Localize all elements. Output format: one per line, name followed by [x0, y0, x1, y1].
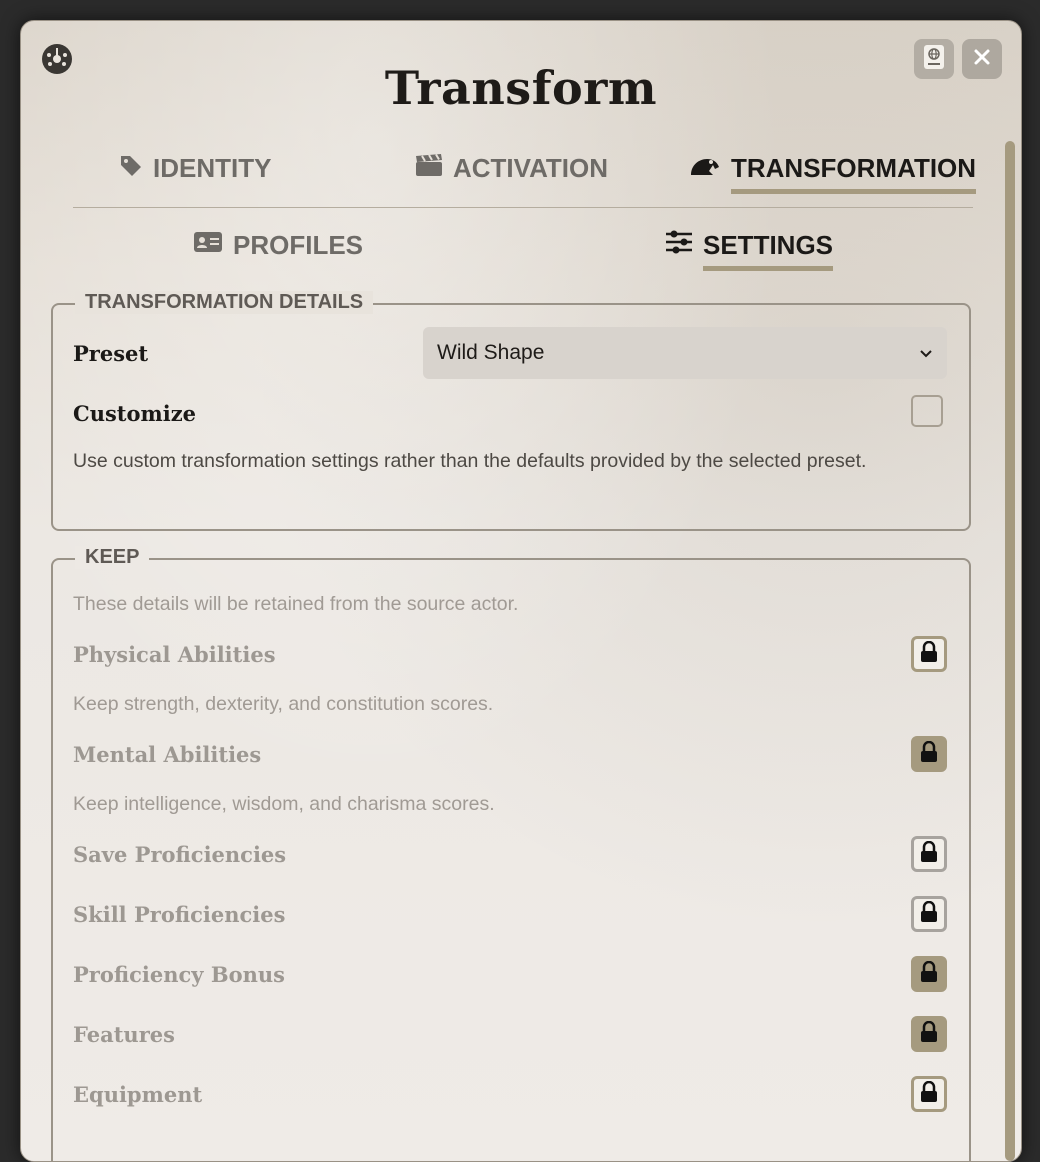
lock-icon — [919, 900, 939, 928]
keep-item-label: Equipment — [73, 1082, 203, 1107]
keep-skills-toggle[interactable] — [911, 896, 947, 932]
keep-section: KEEP These details will be retained from… — [51, 546, 971, 1161]
keep-bonus-toggle[interactable] — [911, 956, 947, 992]
keep-item-label: Mental Abilities — [73, 742, 262, 767]
active-subtab-underline — [703, 266, 834, 271]
preset-select[interactable]: Wild Shape — [423, 327, 947, 379]
tab-label: ACTIVATION — [453, 153, 609, 183]
keep-features-toggle[interactable] — [911, 1016, 947, 1052]
keep-equipment-toggle[interactable] — [911, 1076, 947, 1112]
lock-icon — [919, 960, 939, 988]
tab-activation[interactable]: ACTIVATION — [415, 153, 608, 184]
subtab-label: PROFILES — [233, 230, 364, 260]
keep-intro: These details will be retained from the … — [73, 593, 519, 615]
transform-dialog: Transform IDENTITY ACTIVATION TRANSFORMA… — [20, 20, 1022, 1162]
preset-label: Preset — [73, 341, 149, 366]
keep-item-hint: Keep intelligence, wisdom, and charisma … — [73, 793, 495, 815]
frog-icon — [689, 153, 721, 184]
keep-item-label: Save Proficiencies — [73, 842, 287, 867]
customize-label: Customize — [73, 401, 196, 426]
keep-item-label: Features — [73, 1022, 175, 1047]
transformation-details-section: TRANSFORMATION DETAILS Preset Wild Shape… — [51, 291, 971, 531]
preset-value: Wild Shape — [437, 341, 545, 364]
subtab-label: SETTINGS — [703, 230, 834, 260]
tab-transformation[interactable]: TRANSFORMATION — [689, 153, 977, 194]
keep-item-label: Skill Proficiencies — [73, 902, 286, 927]
keep-mental-toggle[interactable] — [911, 736, 947, 772]
lock-icon — [919, 740, 939, 768]
tab-label: TRANSFORMATION — [731, 153, 977, 183]
scrollbar[interactable] — [1005, 141, 1015, 1161]
subtab-settings[interactable]: SETTINGS — [665, 230, 834, 271]
lock-icon — [919, 840, 939, 868]
keep-item-label: Physical Abilities — [73, 642, 276, 667]
keep-item-label: Proficiency Bonus — [73, 962, 285, 987]
id-card-icon — [193, 230, 223, 261]
lock-icon — [919, 640, 939, 668]
tag-icon — [119, 153, 143, 184]
subtab-profiles[interactable]: PROFILES — [193, 230, 363, 261]
customize-checkbox[interactable] — [911, 395, 943, 427]
keep-item-hint: Keep strength, dexterity, and constituti… — [73, 693, 494, 715]
section-legend: TRANSFORMATION DETAILS — [75, 291, 374, 314]
tab-separator — [73, 207, 973, 208]
tab-identity[interactable]: IDENTITY — [119, 153, 271, 184]
active-tab-underline — [731, 189, 977, 194]
lock-icon — [919, 1020, 939, 1048]
clapperboard-icon — [415, 153, 443, 184]
section-legend: KEEP — [75, 546, 150, 569]
customize-hint: Use custom transformation settings rathe… — [73, 450, 867, 472]
tab-label: IDENTITY — [153, 153, 272, 183]
keep-physical-toggle[interactable] — [911, 636, 947, 672]
sliders-icon — [665, 230, 693, 261]
chevron-down-icon — [919, 341, 933, 365]
keep-saves-toggle[interactable] — [911, 836, 947, 872]
lock-icon — [919, 1080, 939, 1108]
dialog-title: Transform — [384, 61, 658, 115]
